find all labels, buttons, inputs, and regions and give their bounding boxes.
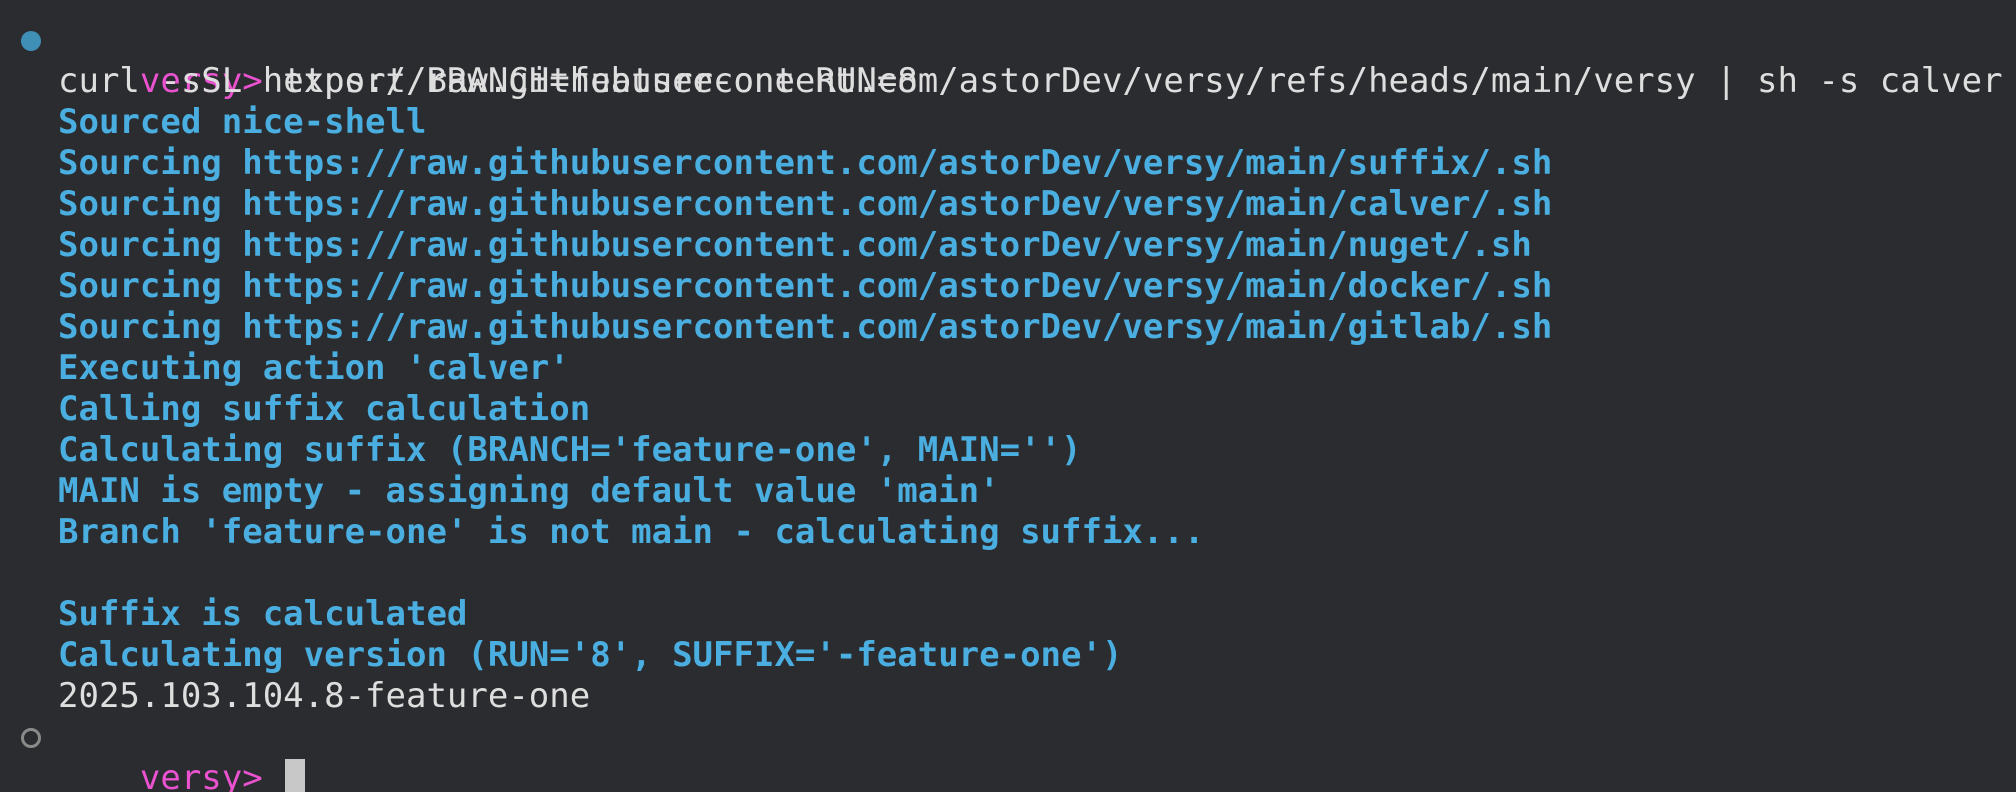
- input-line[interactable]: versy>: [0, 717, 2016, 792]
- output-line: Calculating version (RUN='8', SUFFIX='-f…: [58, 635, 1123, 675]
- output-line: Sourcing https://raw.githubusercontent.c…: [58, 143, 1553, 183]
- output-line: Sourcing https://raw.githubusercontent.c…: [58, 266, 1553, 306]
- output-line: Calculating suffix (BRANCH='feature-one'…: [58, 430, 1082, 470]
- output-line: MAIN is empty - assigning default value …: [58, 471, 1000, 511]
- version-result: 2025.103.104.8-feature-one: [58, 676, 591, 716]
- prompt-label: versy>: [139, 758, 263, 792]
- output-line: Sourced nice-shell: [58, 102, 427, 142]
- idle-status-dot-icon: [21, 728, 41, 748]
- command-line: versy> export BRANCH=feature-one RUN=8: [0, 20, 2016, 101]
- output-line: Sourcing https://raw.githubusercontent.c…: [58, 184, 1553, 224]
- result-line: 2025.103.104.8-feature-one: [0, 676, 2016, 717]
- output-line: Sourcing https://raw.githubusercontent.c…: [58, 225, 1532, 265]
- text-cursor[interactable]: [285, 759, 306, 792]
- terminal-window[interactable]: versy> export BRANCH=feature-one RUN=8 c…: [0, 0, 2016, 792]
- output-line: Suffix is calculated: [58, 594, 468, 634]
- output-blank-line: [0, 553, 2016, 594]
- command-continuation: curl -sSL https://raw.githubusercontent.…: [0, 61, 2016, 102]
- output-line: Sourcing https://raw.githubusercontent.c…: [58, 307, 1553, 347]
- command-text-continued: curl -sSL https://raw.githubusercontent.…: [58, 61, 2003, 101]
- output-line: Branch 'feature-one' is not main - calcu…: [58, 512, 1205, 552]
- output-line: Calling suffix calculation: [58, 389, 591, 429]
- output-line: Executing action 'calver': [58, 348, 570, 388]
- command-status-dot-icon: [21, 31, 41, 51]
